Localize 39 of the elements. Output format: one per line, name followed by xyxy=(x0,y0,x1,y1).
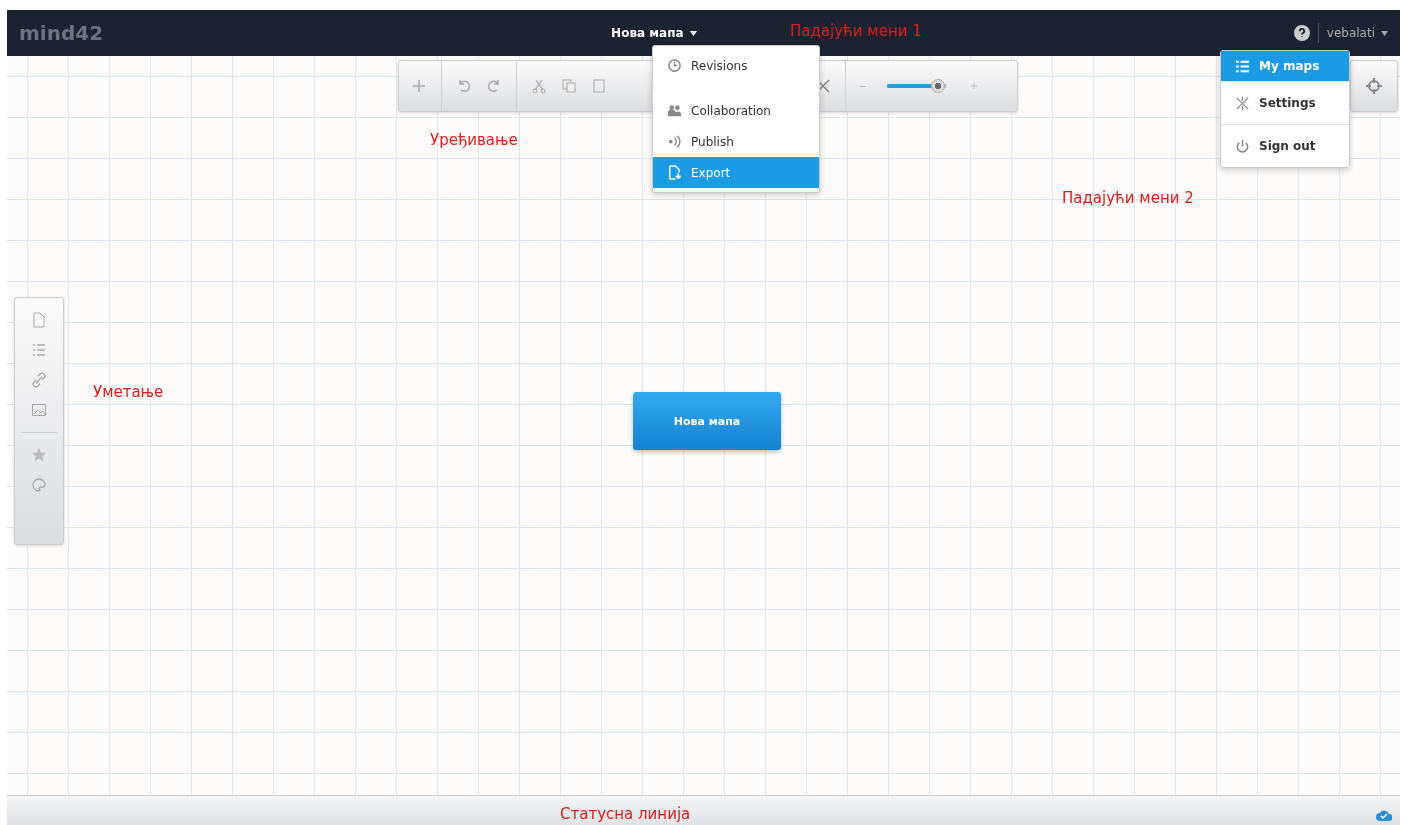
cut-icon[interactable] xyxy=(531,78,547,94)
user-menu[interactable]: vebalati xyxy=(1326,26,1388,40)
caret-icon xyxy=(1381,31,1388,36)
caret-icon xyxy=(689,31,697,36)
undo-icon[interactable] xyxy=(456,78,472,94)
zoom-slider-thumb[interactable] xyxy=(931,79,945,93)
plus-icon[interactable] xyxy=(411,78,427,94)
clock-icon xyxy=(667,58,682,73)
people-icon xyxy=(667,103,682,118)
map-title-menu[interactable]: Нова мапа xyxy=(611,26,697,40)
menu-item[interactable]: Sign out xyxy=(1221,124,1349,167)
annotation-label: Падајући мени 1 xyxy=(790,22,922,40)
paste-icon[interactable] xyxy=(591,78,607,94)
list-icon xyxy=(1235,58,1250,74)
crosshair-icon xyxy=(1366,78,1382,94)
list-icon[interactable] xyxy=(31,342,47,358)
export-icon xyxy=(667,165,682,180)
cloud-check-icon xyxy=(1376,809,1392,821)
image-icon[interactable] xyxy=(31,402,47,418)
center-map-button[interactable] xyxy=(1350,60,1398,112)
menu-item[interactable]: Publish xyxy=(653,126,819,157)
power-icon xyxy=(1235,138,1250,154)
annotation-label: Статусна линија xyxy=(560,805,691,823)
tools-icon xyxy=(1235,95,1250,111)
menu-item[interactable]: Settings xyxy=(1221,81,1349,124)
menu-item[interactable]: Revisions xyxy=(653,50,819,81)
broadcast-icon xyxy=(667,134,682,149)
copy-icon[interactable] xyxy=(561,78,577,94)
help-icon[interactable] xyxy=(1293,25,1310,41)
zoom-in-icon[interactable] xyxy=(968,80,980,92)
annotation-label: Уређивање xyxy=(430,131,518,149)
link-icon[interactable] xyxy=(31,372,47,388)
redo-icon[interactable] xyxy=(486,78,502,94)
note-icon[interactable] xyxy=(31,312,47,328)
annotation-label: Уметање xyxy=(93,383,164,401)
menu-item[interactable]: Collaboration xyxy=(653,95,819,126)
annotation-label: Падајући мени 2 xyxy=(1062,189,1194,207)
palette-icon[interactable] xyxy=(31,477,47,493)
star-icon[interactable] xyxy=(31,447,47,463)
